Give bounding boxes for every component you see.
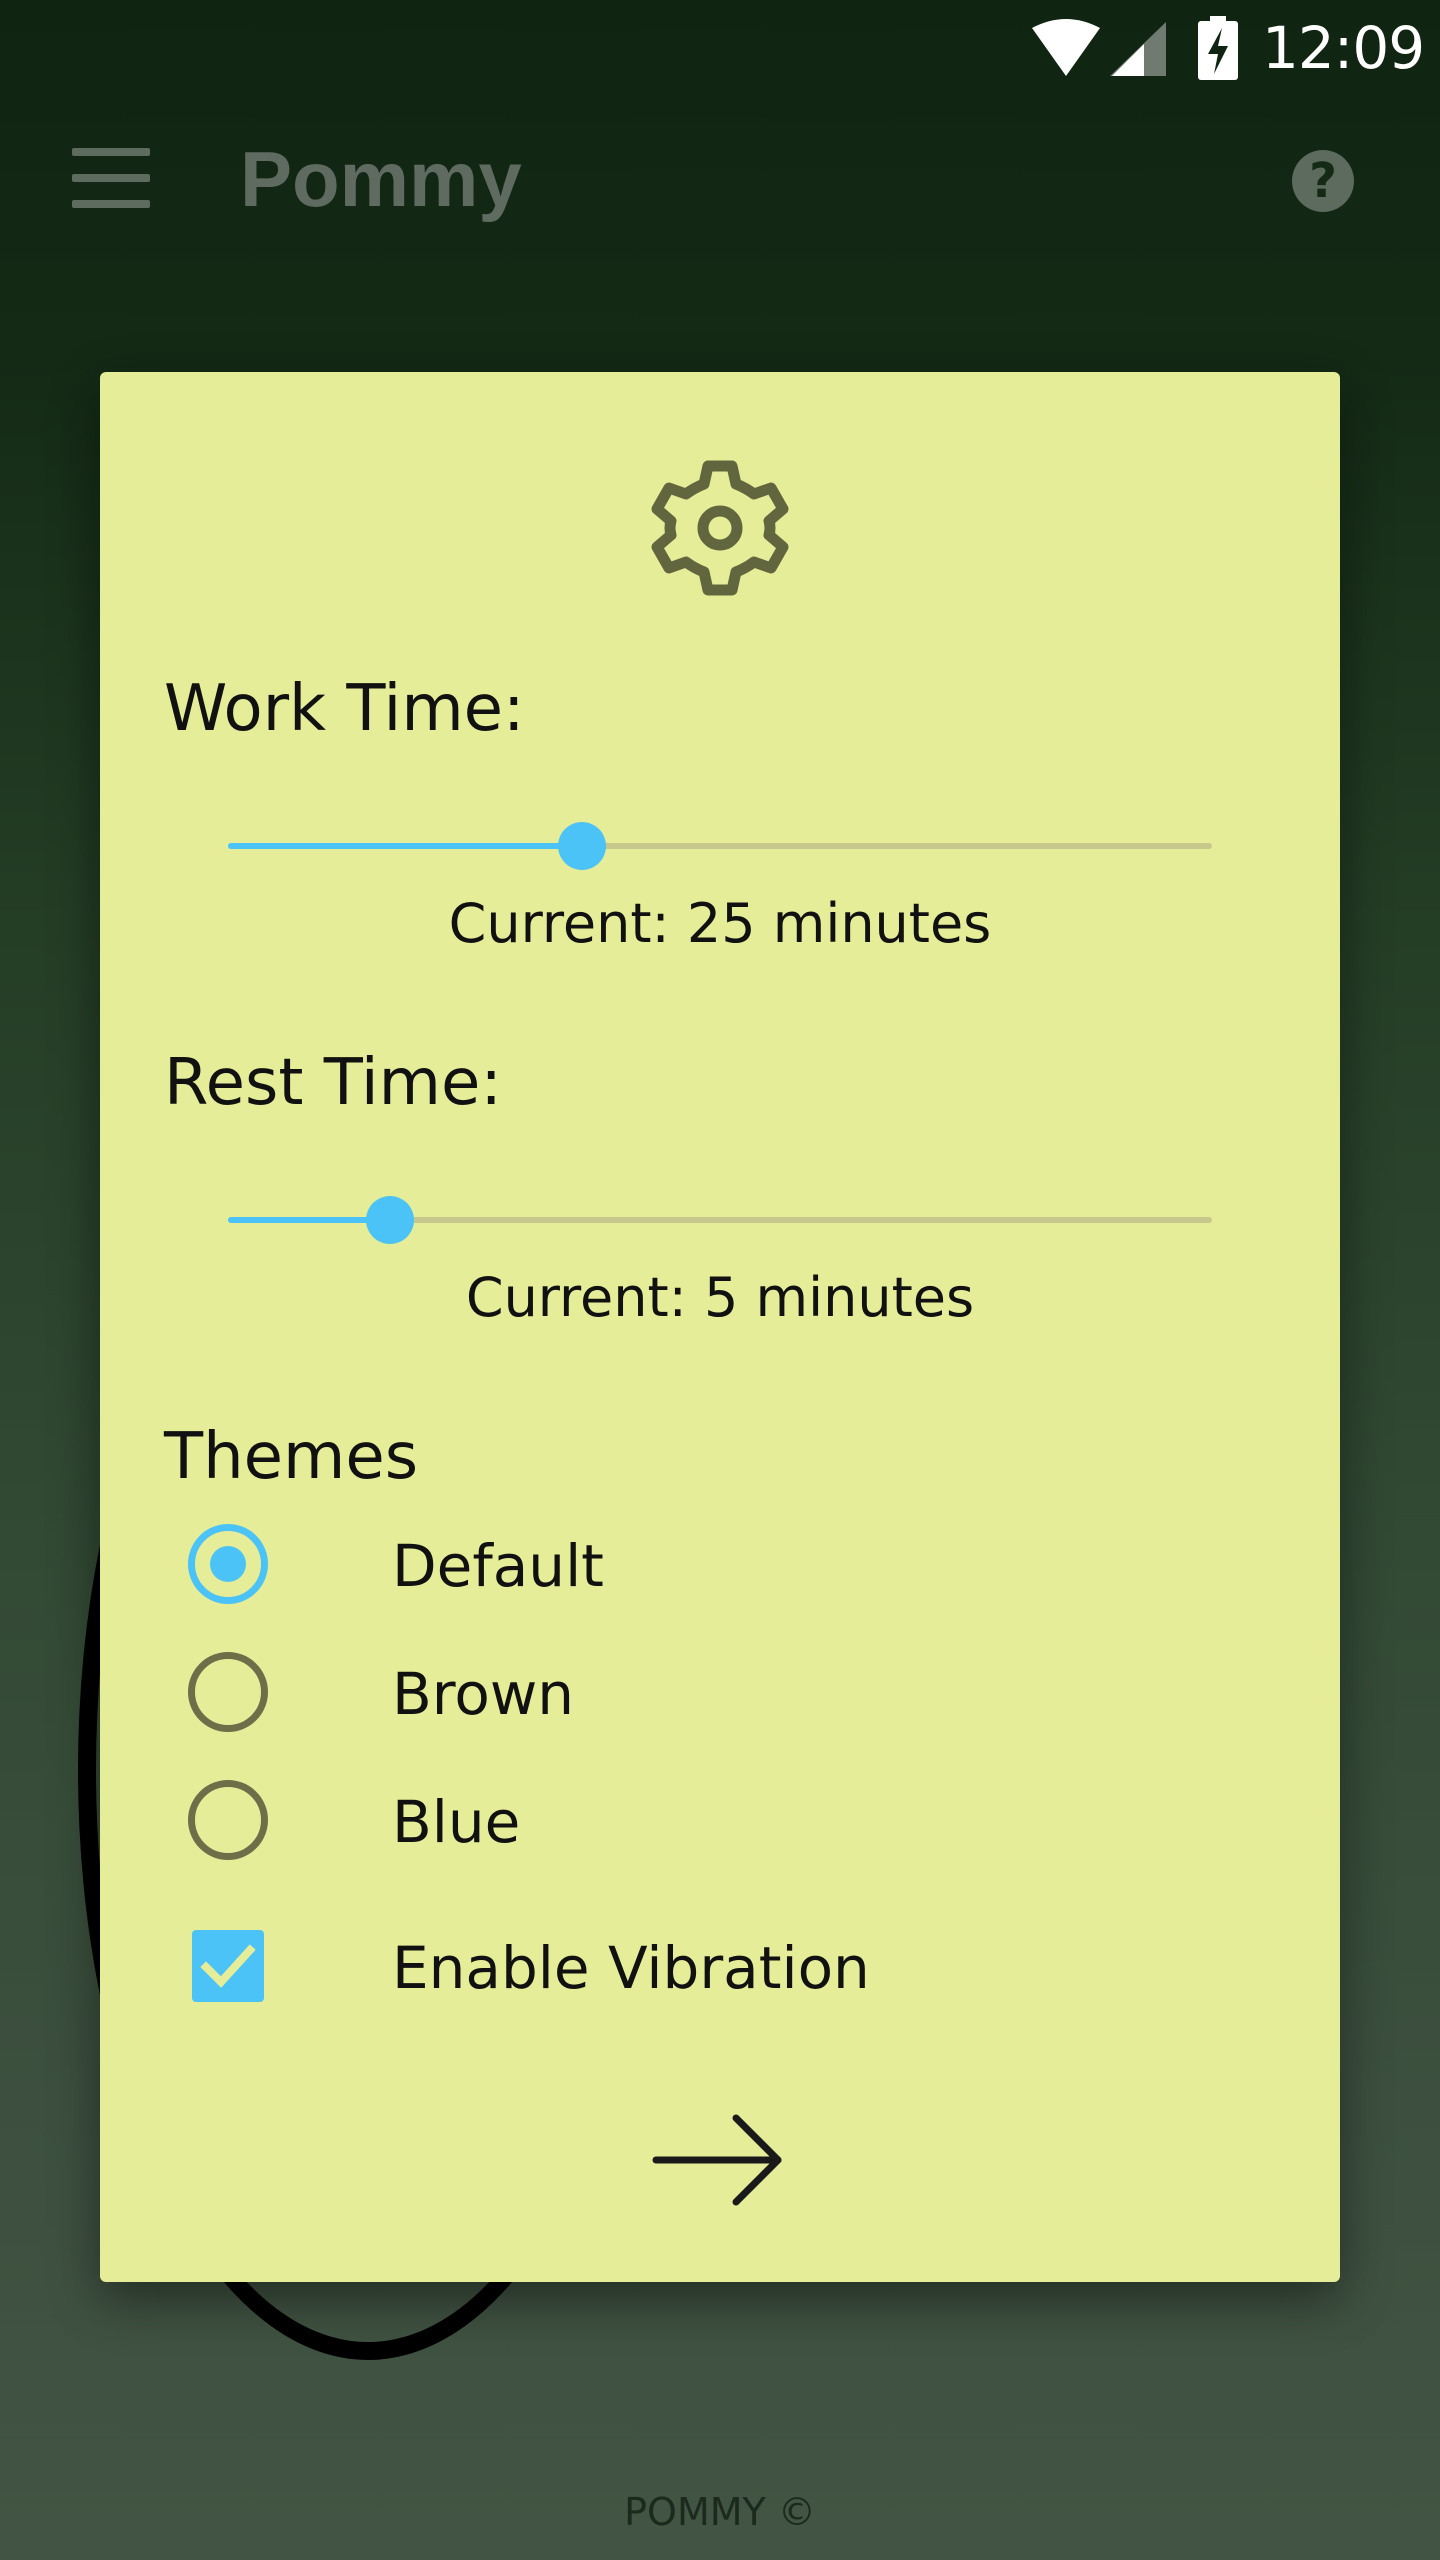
radio-label: Blue <box>392 1788 521 1856</box>
checkmark-icon <box>200 1944 256 1988</box>
rest-time-current: Current: 5 minutes <box>465 1266 975 1329</box>
work-time-label: Work Time: <box>164 672 525 746</box>
status-clock: 12:09 <box>1262 14 1425 82</box>
settings-dialog: Work Time: Current: 25 minutes Rest Time… <box>100 372 1340 2282</box>
vibration-label: Enable Vibration <box>392 1934 870 2002</box>
rest-time-slider[interactable] <box>228 1196 1212 1244</box>
theme-option-default[interactable]: Default <box>188 1522 988 1606</box>
theme-option-blue[interactable]: Blue <box>188 1778 988 1862</box>
wifi-icon <box>1032 19 1100 76</box>
footer-text: POMMY © <box>624 2490 816 2534</box>
radio-button[interactable] <box>188 1524 268 1604</box>
settings-icon <box>651 460 789 596</box>
work-time-current: Current: 25 minutes <box>448 892 992 955</box>
theme-option-brown[interactable]: Brown <box>188 1650 988 1734</box>
battery-charging-icon <box>1198 16 1238 80</box>
slider-thumb[interactable] <box>558 822 607 870</box>
radio-button[interactable] <box>188 1780 268 1860</box>
menu-icon[interactable] <box>72 148 150 208</box>
arrow-right-icon[interactable] <box>650 2110 790 2210</box>
radio-label: Default <box>392 1532 604 1600</box>
status-bar: 12:09 <box>0 0 1440 100</box>
help-icon[interactable]: ? <box>1292 150 1354 212</box>
themes-label: Themes <box>164 1420 419 1494</box>
slider-thumb[interactable] <box>366 1196 415 1244</box>
app-title: Pommy <box>240 135 522 223</box>
toolbar: Pommy ? <box>0 100 1440 260</box>
rest-time-label: Rest Time: <box>164 1046 502 1120</box>
radio-label: Brown <box>392 1660 575 1728</box>
work-time-slider[interactable] <box>228 822 1212 870</box>
vibration-checkbox[interactable] <box>192 1930 264 2002</box>
radio-button[interactable] <box>188 1652 268 1732</box>
signal-icon <box>1110 22 1166 76</box>
slider-fill <box>228 843 583 849</box>
vibration-option[interactable]: Enable Vibration <box>188 1926 1088 2010</box>
